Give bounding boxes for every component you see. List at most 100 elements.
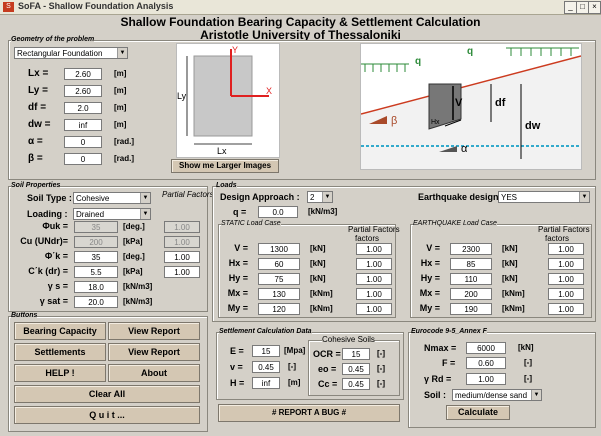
close-button[interactable]: × xyxy=(588,1,601,14)
loading-label: Loading : xyxy=(27,209,68,219)
soil-partial-factor-input[interactable]: 1.00 xyxy=(164,251,200,263)
load-partial-factor-input[interactable]: 1.00 xyxy=(356,258,392,270)
load-partial-factor-input[interactable]: 1.00 xyxy=(356,288,392,300)
load-row-input[interactable]: 130 xyxy=(258,288,300,300)
geometry-row-input[interactable]: inf xyxy=(64,119,102,131)
f-input[interactable]: 0.60 xyxy=(466,357,506,369)
settlements-button[interactable]: Settlements xyxy=(14,343,106,361)
rd-input[interactable]: 1.00 xyxy=(466,373,506,385)
view-report-settlements-button[interactable]: View Report xyxy=(108,343,200,361)
soil-row-input[interactable]: 200 xyxy=(74,236,118,248)
load-row-unit: [kN] xyxy=(502,274,518,283)
soil-type-select[interactable]: Cohesive ▼ xyxy=(73,192,151,204)
eo-unit: [-] xyxy=(377,364,385,373)
soil-row-input[interactable]: 18.0 xyxy=(74,281,118,293)
h-input[interactable]: inf xyxy=(252,377,280,389)
geometry-row-input[interactable]: 2.60 xyxy=(64,68,102,80)
soil-row-label: C΄k (dr) = xyxy=(28,266,68,276)
soil-row-input[interactable]: 35 xyxy=(74,221,118,233)
chevron-down-icon: ▼ xyxy=(117,48,127,58)
clear-all-button[interactable]: Clear All xyxy=(14,385,200,403)
static-pf-header: Partial Factors xyxy=(348,225,400,234)
chevron-down-icon: ▼ xyxy=(579,192,589,202)
load-row-input[interactable]: 200 xyxy=(450,288,492,300)
bearing-capacity-button[interactable]: Bearing Capacity xyxy=(14,322,106,340)
load-row-unit: [kN] xyxy=(502,244,518,253)
q-input[interactable]: 0.0 xyxy=(258,206,298,218)
soil-row-input[interactable]: 20.0 xyxy=(74,296,118,308)
soil-row-input[interactable]: 5.5 xyxy=(74,266,118,278)
fig-beta-label: β xyxy=(391,115,397,127)
soil-partial-factor-input[interactable]: 1.00 xyxy=(164,266,200,278)
buttons-title: Buttons xyxy=(11,312,38,319)
foundation-type-select[interactable]: Rectangular Foundation ▼ xyxy=(14,47,128,59)
load-row-input[interactable]: 190 xyxy=(450,303,492,315)
soil-row-input[interactable]: 35 xyxy=(74,251,118,263)
v-input[interactable]: 0.45 xyxy=(252,361,280,373)
ocr-input[interactable]: 15 xyxy=(342,348,370,360)
earthquake-design-select[interactable]: YES ▼ xyxy=(498,191,590,203)
nmax-input[interactable]: 6000 xyxy=(466,342,506,354)
fig-q-label: q xyxy=(415,56,421,67)
load-partial-factor-input[interactable]: 1.00 xyxy=(356,273,392,285)
load-row-label: V = xyxy=(234,243,248,253)
geometry-row-input[interactable]: 2.0 xyxy=(64,102,102,114)
quit-button[interactable]: Q u i t ... xyxy=(14,406,200,424)
load-row-input[interactable]: 2300 xyxy=(450,243,492,255)
geometry-row-input[interactable]: 0 xyxy=(64,136,102,148)
load-row-label: Hy = xyxy=(228,273,248,283)
soil-partial-factor-input[interactable]: 1.00 xyxy=(164,236,200,248)
geometry-row-input[interactable]: 0 xyxy=(64,153,102,165)
view-report-bearing-button[interactable]: View Report xyxy=(108,322,200,340)
load-row-input[interactable]: 1300 xyxy=(258,243,300,255)
cohesive-soils-title: Cohesive Soils xyxy=(322,335,375,344)
cc-input[interactable]: 0.45 xyxy=(342,378,370,390)
eo-input[interactable]: 0.45 xyxy=(342,363,370,375)
geometry-row-unit: [rad.] xyxy=(114,154,134,163)
geometry-row-label: dw = xyxy=(28,119,51,130)
soil-row-unit: [deg.] xyxy=(123,252,145,261)
title-bar: S SoFA - Shallow Foundation Analysis _ □… xyxy=(0,0,601,15)
show-images-button[interactable]: Show me Larger Images xyxy=(171,159,279,173)
load-row-input[interactable]: 85 xyxy=(450,258,492,270)
ocr-unit: [-] xyxy=(377,349,385,358)
soil-partial-factor-input[interactable]: 1.00 xyxy=(164,221,200,233)
load-partial-factor-input[interactable]: 1.00 xyxy=(548,273,584,285)
design-approach-select[interactable]: 2 ▼ xyxy=(307,191,333,203)
report-bug-button[interactable]: # REPORT A BUG # xyxy=(218,404,400,422)
help-button[interactable]: HELP ! xyxy=(14,364,106,382)
static-load-title: STATIC Load Case xyxy=(221,220,281,227)
header-title: Shallow Foundation Bearing Capacity & Se… xyxy=(120,15,481,29)
window-title: SoFA - Shallow Foundation Analysis xyxy=(18,1,174,11)
geometry-row-input[interactable]: 2.60 xyxy=(64,85,102,97)
load-row-input[interactable]: 110 xyxy=(450,273,492,285)
load-partial-factor-input[interactable]: 1.00 xyxy=(548,303,584,315)
load-partial-factor-input[interactable]: 1.00 xyxy=(356,303,392,315)
load-partial-factor-input[interactable]: 1.00 xyxy=(356,243,392,255)
rd-label: γ Rd = xyxy=(424,374,452,384)
settlement-title: Settlement Calculation Data xyxy=(219,328,312,335)
soil-type-label: Soil Type : xyxy=(27,193,72,203)
load-row-label: Hx = xyxy=(420,258,440,268)
fig-dw-label: dw xyxy=(525,120,541,132)
geometry-row-label: df = xyxy=(28,102,47,113)
load-partial-factor-input[interactable]: 1.00 xyxy=(548,288,584,300)
load-row-input[interactable]: 60 xyxy=(258,258,300,270)
earthquake-design-value: YES xyxy=(501,193,518,202)
soil-row-unit: [kPa] xyxy=(123,237,143,246)
load-partial-factor-input[interactable]: 1.00 xyxy=(548,243,584,255)
load-partial-factor-input[interactable]: 1.00 xyxy=(548,258,584,270)
soil-row-label: γ sat = xyxy=(39,296,68,306)
about-button[interactable]: About xyxy=(108,364,200,382)
calculate-button[interactable]: Calculate xyxy=(446,405,510,420)
load-row-unit: [kN] xyxy=(502,259,518,268)
soil-row-label: Cu (UNdr)= xyxy=(20,236,68,246)
loading-value: Drained xyxy=(76,210,105,219)
loading-select[interactable]: Drained ▼ xyxy=(73,208,151,220)
load-row-input[interactable]: 120 xyxy=(258,303,300,315)
e-input[interactable]: 15 xyxy=(252,345,280,357)
eurocode-soil-select[interactable]: medium/dense sand ▼ xyxy=(452,389,542,401)
load-row-input[interactable]: 75 xyxy=(258,273,300,285)
soil-row-unit: [kN/m3] xyxy=(123,282,153,291)
eq-pf-header: Partial Factors xyxy=(538,225,590,234)
